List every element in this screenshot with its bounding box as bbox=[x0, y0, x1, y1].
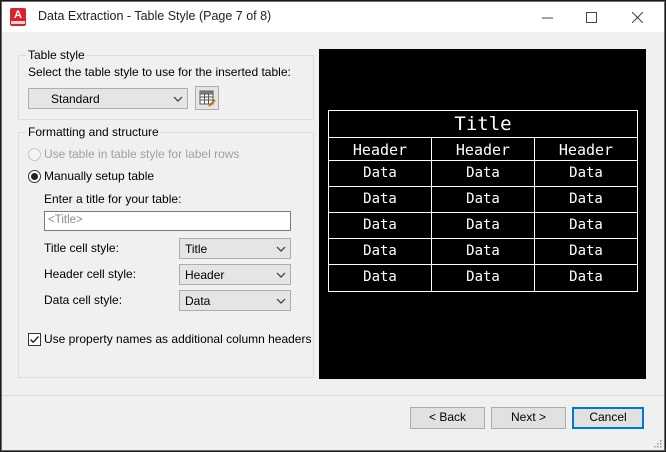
resize-grip-icon[interactable] bbox=[652, 438, 662, 448]
close-icon bbox=[631, 11, 643, 23]
formatting-group-label: Formatting and structure bbox=[26, 125, 161, 139]
title-bar[interactable]: A Data Extraction - Table Style (Page 7 … bbox=[2, 2, 664, 32]
chevron-down-icon bbox=[276, 298, 286, 304]
header-cell-style-label: Header cell style: bbox=[44, 267, 137, 281]
manual-setup-label: Manually setup table bbox=[44, 169, 155, 183]
preview-header-text: Header bbox=[353, 141, 407, 159]
preview-data-text: Data bbox=[466, 243, 500, 259]
chevron-down-icon bbox=[276, 246, 286, 252]
title-cell-style-value: Title bbox=[185, 242, 208, 256]
use-table-style-radio[interactable] bbox=[28, 148, 41, 161]
table-title-placeholder: <Title> bbox=[48, 214, 83, 226]
preview-header-text: Header bbox=[559, 141, 613, 159]
chevron-down-icon bbox=[173, 96, 183, 102]
title-cell-style-dropdown[interactable]: Title bbox=[179, 238, 291, 259]
preview-title-text: Title bbox=[454, 113, 511, 135]
checkmark-icon bbox=[30, 336, 40, 344]
preview-header-text: Header bbox=[456, 141, 510, 159]
data-extraction-dialog: A Data Extraction - Table Style (Page 7 … bbox=[1, 1, 665, 451]
table-style-value: Standard bbox=[51, 92, 100, 106]
minimize-icon bbox=[541, 17, 553, 18]
preview-data-text: Data bbox=[569, 217, 603, 233]
data-cell-style-value: Data bbox=[185, 294, 211, 308]
preview-data-text: Data bbox=[466, 269, 500, 285]
table-title-input[interactable]: <Title> bbox=[44, 211, 291, 231]
preview-data-text: Data bbox=[569, 243, 603, 259]
footer-separator bbox=[2, 395, 664, 396]
preview-data-text: Data bbox=[466, 191, 500, 207]
preview-data-text: Data bbox=[466, 165, 500, 181]
table-style-group-label: Table style bbox=[26, 48, 87, 62]
table-style-select-label: Select the table style to use for the in… bbox=[28, 65, 291, 79]
preview-data-text: Data bbox=[466, 217, 500, 233]
minimize-button[interactable] bbox=[524, 2, 570, 32]
preview-data-text: Data bbox=[363, 165, 397, 181]
table-preview-graphic: Title Header Header Header Data Data Dat… bbox=[328, 110, 638, 292]
preview-data-text: Data bbox=[363, 191, 397, 207]
autocad-app-icon: A bbox=[10, 8, 26, 26]
preview-data-text: Data bbox=[363, 269, 397, 285]
preview-data-text: Data bbox=[569, 269, 603, 285]
next-button[interactable]: Next > bbox=[491, 407, 566, 429]
preview-data-text: Data bbox=[569, 165, 603, 181]
header-cell-style-value: Header bbox=[185, 268, 225, 282]
preview-data-text: Data bbox=[363, 243, 397, 259]
table-style-dialog-button[interactable] bbox=[195, 86, 219, 110]
close-button[interactable] bbox=[614, 2, 660, 32]
property-names-label: Use property names as additional column … bbox=[44, 332, 312, 346]
preview-data-text: Data bbox=[363, 217, 397, 233]
maximize-icon bbox=[585, 11, 597, 23]
back-button[interactable]: < Back bbox=[410, 407, 485, 429]
title-prompt-label: Enter a title for your table: bbox=[44, 192, 182, 206]
data-cell-style-label: Data cell style: bbox=[44, 293, 123, 307]
title-cell-style-label: Title cell style: bbox=[44, 241, 119, 255]
preview-data-text: Data bbox=[569, 191, 603, 207]
cancel-button[interactable]: Cancel bbox=[572, 407, 644, 429]
table-style-dropdown[interactable]: Standard bbox=[28, 88, 188, 109]
table-preview: Title Header Header Header Data Data Dat… bbox=[319, 49, 646, 379]
maximize-button[interactable] bbox=[568, 2, 614, 32]
chevron-down-icon bbox=[276, 272, 286, 278]
header-cell-style-dropdown[interactable]: Header bbox=[179, 264, 291, 285]
property-names-checkbox[interactable] bbox=[28, 333, 41, 346]
data-cell-style-dropdown[interactable]: Data bbox=[179, 290, 291, 311]
table-style-edit-icon bbox=[199, 90, 216, 107]
manual-setup-radio[interactable] bbox=[28, 170, 41, 183]
window-title: Data Extraction - Table Style (Page 7 of… bbox=[38, 9, 272, 23]
use-table-style-label: Use table in table style for label rows bbox=[44, 147, 240, 161]
